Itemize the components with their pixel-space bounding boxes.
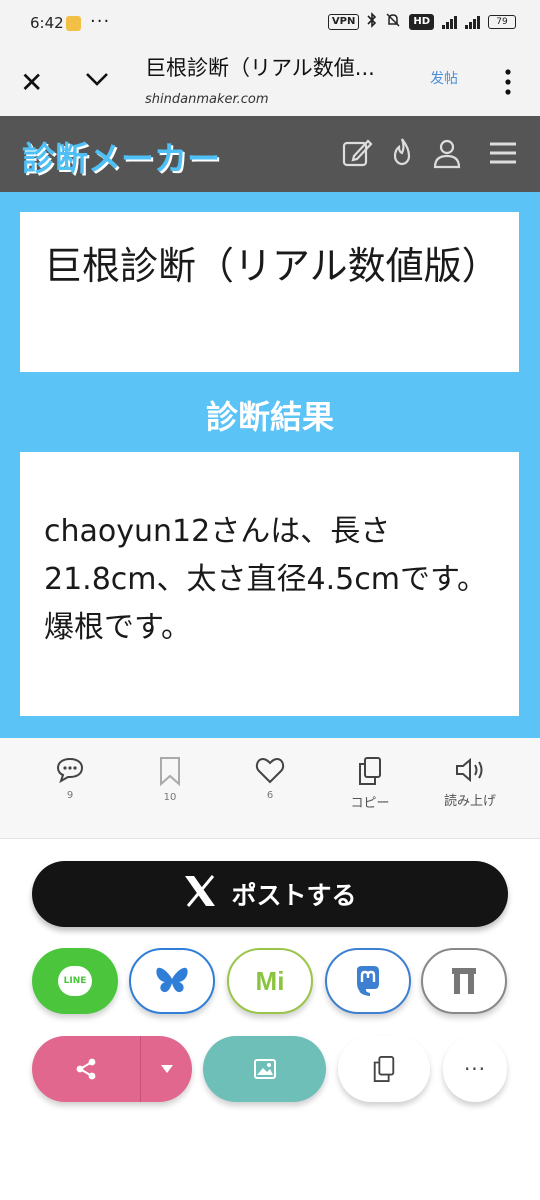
- line-icon: LINE: [58, 966, 92, 996]
- hatena-share-button[interactable]: [421, 948, 507, 1014]
- result-card: chaoyun12さんは、長さ21.8cm、太さ直径4.5cmです。爆根です。: [20, 452, 519, 716]
- bookmark-icon: [160, 757, 180, 786]
- misskey-icon: Mi: [255, 965, 285, 996]
- share-menu-button[interactable]: [32, 1036, 192, 1102]
- more-options-button[interactable]: ···: [443, 1036, 507, 1102]
- mute-icon: [385, 12, 401, 31]
- diagnosis-title: 巨根診断（リアル数値版）: [44, 244, 500, 288]
- like-button[interactable]: 6: [220, 756, 320, 801]
- read-aloud-label: 読み上げ: [443, 794, 496, 809]
- share-icon: [32, 1057, 140, 1081]
- result-text: chaoyun12さんは、長さ21.8cm、太さ直径4.5cmです。爆根です。: [44, 514, 487, 645]
- signal-icon: [442, 15, 457, 29]
- x-post-button[interactable]: ポストする: [32, 861, 508, 927]
- read-aloud-button[interactable]: 読み上げ: [420, 756, 520, 809]
- status-icons: VPN HD 79: [327, 12, 516, 31]
- edit-icon[interactable]: [340, 136, 374, 170]
- browser-toolbar: ✕ 巨根診断（リアル数値... shindanmaker.com 发帖: [0, 46, 540, 116]
- page-url: shindanmaker.com: [145, 92, 269, 107]
- menu-icon[interactable]: [486, 136, 520, 170]
- misskey-share-button[interactable]: Mi: [227, 948, 313, 1014]
- fire-icon[interactable]: [385, 136, 419, 170]
- mastodon-icon: [357, 966, 379, 996]
- battery-icon: 79: [488, 14, 516, 29]
- copy-label: コピー: [350, 796, 390, 811]
- copy-icon: [373, 1056, 395, 1082]
- x-logo-icon: [183, 875, 217, 913]
- title-card: 巨根診断（リアル数値版）: [20, 212, 519, 372]
- comment-icon: [56, 757, 84, 784]
- site-logo[interactable]: 診断メーカー: [22, 132, 220, 180]
- speaker-icon: [456, 757, 483, 783]
- site-header: 診断メーカー: [0, 116, 540, 192]
- action-bar: 9 10 6 コピー 読み上げ: [0, 738, 540, 839]
- post-link[interactable]: 发帖: [430, 68, 458, 88]
- heart-icon: [255, 757, 285, 784]
- chevron-down-icon[interactable]: [82, 64, 112, 94]
- mastodon-share-button[interactable]: [325, 948, 411, 1014]
- comment-count: 9: [66, 790, 74, 801]
- bluesky-share-button[interactable]: [129, 948, 215, 1014]
- vpn-badge: VPN: [327, 13, 360, 30]
- page-title: 巨根診断（リアル数値...: [145, 56, 375, 80]
- signal-icon-2: [465, 15, 480, 29]
- line-share-button[interactable]: LINE: [32, 948, 118, 1014]
- status-bar: 6:42 ··· VPN HD 79: [0, 0, 540, 46]
- more-vert-icon[interactable]: [498, 64, 518, 100]
- bookmark-button[interactable]: 10: [120, 756, 220, 803]
- copy-icon: [359, 757, 381, 785]
- close-icon[interactable]: ✕: [20, 66, 43, 99]
- result-label: 診断結果: [205, 398, 334, 436]
- copy-text-button[interactable]: [338, 1036, 430, 1102]
- diagnosis-area: 巨根診断（リアル数値版） 診断結果 chaoyun12さんは、長さ21.8cm、…: [0, 192, 540, 738]
- bluetooth-icon: [367, 12, 377, 31]
- caret-down-icon[interactable]: [141, 1064, 192, 1074]
- butterfly-icon: [156, 967, 188, 993]
- more-horiz-icon: ···: [463, 1057, 487, 1081]
- save-image-button[interactable]: [203, 1036, 326, 1102]
- image-icon: [253, 1059, 276, 1079]
- like-count: 6: [266, 790, 274, 801]
- more-notifications-icon: ···: [90, 11, 111, 32]
- hatena-icon: [452, 968, 476, 994]
- copy-button[interactable]: コピー: [320, 756, 420, 811]
- line-label: LINE: [63, 976, 87, 986]
- hd-badge: HD: [409, 13, 434, 30]
- status-time: 6:42: [30, 14, 64, 32]
- user-icon[interactable]: [430, 136, 464, 170]
- notes-app-icon: [66, 16, 81, 31]
- comment-button[interactable]: 9: [20, 756, 120, 801]
- x-post-label: ポストする: [231, 881, 357, 910]
- bookmark-count: 10: [163, 792, 177, 803]
